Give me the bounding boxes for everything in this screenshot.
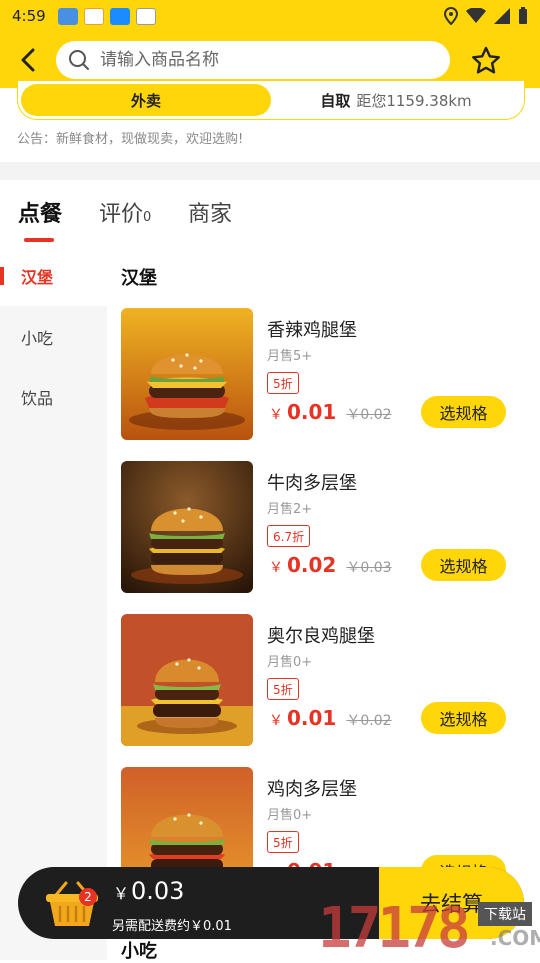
sidebar-item-label: 饮品 (21, 389, 54, 408)
delivery-fee-note: 另需配送费约￥0.01 (112, 919, 232, 934)
price-value: 0.02 (287, 553, 337, 577)
status-bar: 4:59 (0, 0, 540, 32)
burger-illustration (121, 614, 253, 746)
cart-total-amount: 0.03 (131, 877, 185, 905)
price-value: 0.01 (287, 706, 337, 730)
currency-symbol: ￥ (269, 560, 283, 576)
product-price: ￥ 0.01 ￥0.02 (269, 706, 392, 730)
category-sidebar: 汉堡 小吃 饮品 (0, 246, 107, 960)
cart-bar[interactable]: 2 ￥0.03 另需配送费约￥0.01 去结算 (18, 867, 524, 939)
currency-symbol: ￥ (269, 407, 283, 423)
tab-reviews-count: 0 (143, 210, 152, 225)
app-notification-icon (83, 7, 104, 25)
burger-illustration (121, 461, 253, 593)
signal-icon (494, 8, 510, 24)
status-icons (444, 7, 528, 25)
product-name: 鸡肉多层堡 (267, 779, 357, 800)
product-item[interactable]: 奥尔良鸡腿堡 月售0+ 5折 ￥ 0.01 ￥0.02 选规格 (121, 614, 521, 748)
burger-illustration (121, 308, 253, 440)
pickup-distance: 距您1159.38km (356, 91, 472, 110)
location-icon (444, 7, 458, 25)
product-image (121, 308, 253, 440)
search-box[interactable] (56, 41, 450, 79)
product-sales: 月售0+ (267, 655, 313, 670)
select-spec-button[interactable]: 选规格 (421, 549, 506, 581)
checkout-button[interactable]: 去结算 (379, 867, 524, 939)
store-tabs: 点餐 评价0 商家 (0, 184, 540, 254)
wifi-icon (466, 8, 486, 23)
back-arrow-icon (21, 48, 35, 72)
product-name: 奥尔良鸡腿堡 (267, 626, 375, 647)
discount-badge: 5折 (267, 678, 299, 700)
product-name: 牛肉多层堡 (267, 473, 357, 494)
select-spec-button[interactable]: 选规格 (421, 702, 506, 734)
cart-currency: ￥ (113, 884, 130, 903)
product-price: ￥ 0.01 ￥0.02 (269, 400, 392, 424)
price-value: 0.01 (287, 400, 337, 424)
product-sales: 月售2+ (267, 502, 313, 517)
sidebar-item-burger[interactable]: 汉堡 (0, 246, 107, 306)
product-image (121, 461, 253, 593)
product-name: 香辣鸡腿堡 (267, 320, 357, 341)
app-notification-icon (135, 7, 156, 25)
discount-badge: 6.7折 (267, 525, 311, 547)
cart-total: ￥0.03 (113, 877, 184, 905)
sidebar-item-drinks[interactable]: 饮品 (0, 367, 107, 427)
product-price: ￥ 0.02 ￥0.03 (269, 553, 392, 577)
product-sales: 月售0+ (267, 808, 313, 823)
original-price: ￥0.03 (346, 560, 392, 576)
delivery-mode-switch: 外卖 自取 距您1159.38km (17, 80, 525, 120)
store-notice: 公告：新鲜食材，现做现卖，欢迎选购! (17, 132, 244, 147)
download-notification-icon (109, 7, 130, 25)
select-spec-button[interactable]: 选规格 (421, 396, 506, 428)
tab-merchant[interactable]: 商家 (188, 196, 232, 228)
star-icon (472, 46, 500, 74)
original-price: ￥0.02 (346, 407, 392, 423)
sidebar-item-snacks[interactable]: 小吃 (0, 307, 107, 367)
cart-count-badge: 2 (79, 888, 97, 906)
section-divider (0, 162, 540, 180)
category-title: 汉堡 (121, 268, 157, 289)
pickup-label: 自取 (320, 91, 351, 110)
product-sales: 月售5+ (267, 349, 313, 364)
pickup-tab[interactable]: 自取 距您1159.38km (271, 84, 521, 116)
app-notification-icon (57, 7, 78, 25)
discount-badge: 5折 (267, 372, 299, 394)
search-icon (69, 50, 89, 70)
active-marker (0, 267, 4, 285)
tab-order[interactable]: 点餐 (18, 196, 62, 228)
tab-indicator (24, 238, 54, 242)
search-input[interactable] (100, 50, 420, 70)
tab-reviews-label: 评价 (99, 202, 144, 227)
product-item[interactable]: 香辣鸡腿堡 月售5+ 5折 ￥ 0.01 ￥0.02 选规格 (121, 308, 521, 442)
sidebar-item-label: 汉堡 (21, 268, 54, 287)
original-price: ￥0.02 (346, 713, 392, 729)
tab-reviews[interactable]: 评价0 (99, 196, 151, 228)
category-title-snacks: 小吃 (121, 941, 157, 962)
product-item[interactable]: 牛肉多层堡 月售2+ 6.7折 ￥ 0.02 ￥0.03 选规格 (121, 461, 521, 595)
delivery-tab[interactable]: 外卖 (21, 84, 271, 116)
discount-badge: 5折 (267, 831, 299, 853)
product-image (121, 614, 253, 746)
status-time: 4:59 (12, 7, 46, 25)
currency-symbol: ￥ (269, 713, 283, 729)
sidebar-item-label: 小吃 (21, 329, 54, 348)
battery-icon (519, 7, 527, 24)
